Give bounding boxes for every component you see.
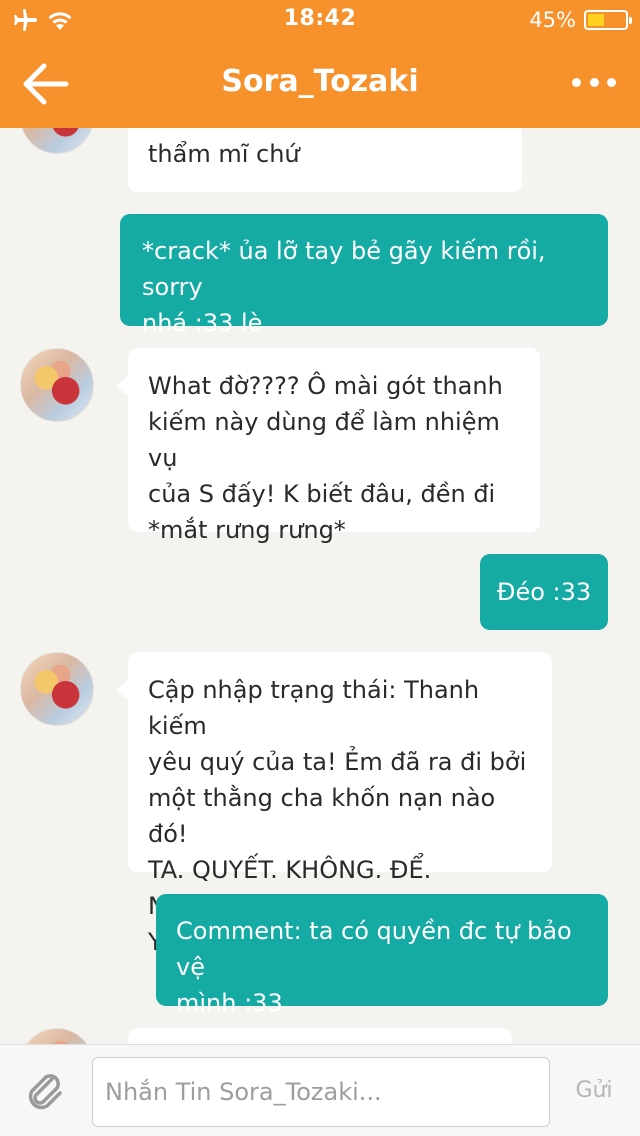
chat-area[interactable]: thẩm mĩ chứ *crack* ủa lỡ tay bẻ gãy kiế… xyxy=(0,0,640,1136)
nav-bar: Sora_Tozaki xyxy=(0,40,640,128)
battery-level xyxy=(588,14,605,26)
message-bubble-outgoing: Comment: ta có quyền đc tự bảo vệ mình :… xyxy=(156,894,608,1017)
message-bubble-outgoing: *crack* ủa lỡ tay bẻ gãy kiếm rồi, sorry… xyxy=(120,214,608,337)
dot xyxy=(589,77,599,87)
avatar[interactable] xyxy=(20,652,94,726)
battery-icon xyxy=(584,10,632,30)
message-bubble-outgoing: Đéo :33 xyxy=(480,554,608,630)
dot xyxy=(607,77,616,87)
dot xyxy=(572,77,581,87)
message-input[interactable] xyxy=(92,1057,550,1127)
message-bubble-incoming: What đờ???? Ô mài gót thanh kiếm này dùn… xyxy=(116,348,540,544)
battery-percent: 45% xyxy=(529,8,576,32)
status-bar: 18:42 45% xyxy=(0,0,640,40)
page-title: Sora_Tozaki xyxy=(221,64,419,99)
more-horizontal-icon[interactable] xyxy=(572,72,616,92)
send-button[interactable]: Gửi xyxy=(562,1071,626,1111)
top-bar: 18:42 45% Sora_Tozaki xyxy=(0,0,640,128)
avatar[interactable] xyxy=(20,348,94,422)
message-composer: Gửi xyxy=(0,1044,640,1136)
paperclip-icon[interactable] xyxy=(24,1069,68,1113)
message-bubble-incoming: Cập nhập trạng thái: Thanh kiếm yêu quý … xyxy=(116,652,552,956)
